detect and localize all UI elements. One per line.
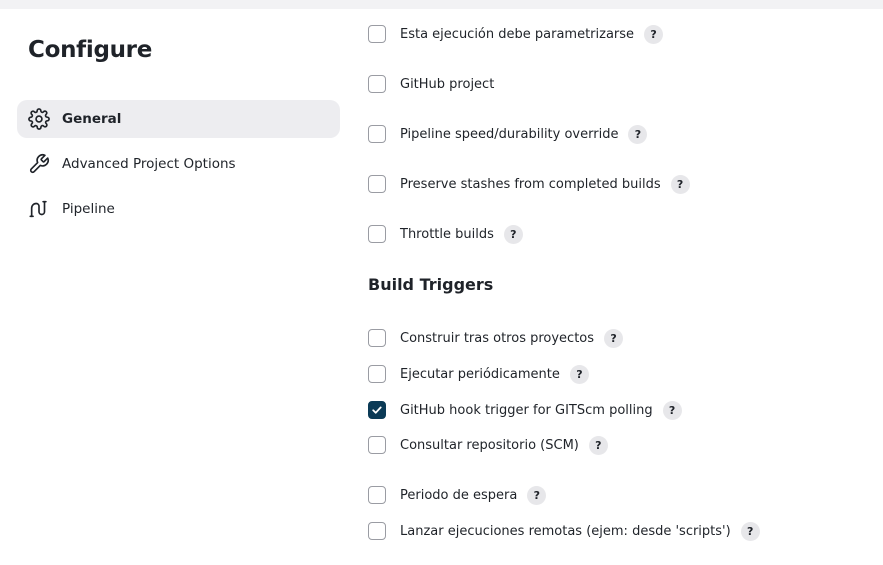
section-title-build-triggers: Build Triggers [368,275,494,294]
help-icon[interactable]: ? [644,24,664,44]
help-icon[interactable]: ? [604,328,624,348]
trigger-poll-scm: Consultar repositorio (SCM) ? [368,434,608,456]
wrench-icon [28,153,50,175]
checkbox-checked[interactable] [368,401,386,419]
option-parametrized: Esta ejecución debe parametrizarse ? [368,23,664,45]
option-github-project: GitHub project [368,73,494,95]
checkbox[interactable] [368,225,386,243]
help-icon[interactable]: ? [503,224,523,244]
checkmark-icon [372,406,382,414]
option-label[interactable]: GitHub project [400,77,494,92]
checkbox[interactable] [368,329,386,347]
sidebar-item-label: Pipeline [62,201,115,217]
help-icon[interactable]: ? [740,521,760,541]
sidebar-item-pipeline[interactable]: Pipeline [17,190,340,228]
checkbox[interactable] [368,365,386,383]
help-icon[interactable]: ? [527,485,547,505]
sidebar-item-advanced-project-options[interactable]: Advanced Project Options [17,145,340,183]
trigger-build-after-other-projects: Construir tras otros proyectos ? [368,327,624,349]
sidebar-item-label: General [62,111,122,127]
help-icon[interactable]: ? [628,124,648,144]
help-icon[interactable]: ? [670,174,690,194]
option-preserve-stashes: Preserve stashes from completed builds ? [368,173,690,195]
pipeline-icon [28,198,50,220]
help-icon[interactable]: ? [588,435,608,455]
option-label[interactable]: Throttle builds [400,227,494,242]
trigger-remote-builds: Lanzar ejecuciones remotas (ejem: desde … [368,520,760,542]
option-label[interactable]: Construir tras otros proyectos [400,331,594,346]
option-throttle-builds: Throttle builds ? [368,223,523,245]
option-durability-override: Pipeline speed/durability override ? [368,123,648,145]
option-label[interactable]: Periodo de espera [400,488,517,503]
page-title: Configure [28,37,153,63]
sidebar-item-label: Advanced Project Options [62,156,236,172]
checkbox[interactable] [368,125,386,143]
option-label[interactable]: Preserve stashes from completed builds [400,177,661,192]
option-label[interactable]: Esta ejecución debe parametrizarse [400,27,634,42]
trigger-build-periodically: Ejecutar periódicamente ? [368,363,589,385]
help-icon[interactable]: ? [569,364,589,384]
option-label[interactable]: Lanzar ejecuciones remotas (ejem: desde … [400,524,731,539]
checkbox[interactable] [368,25,386,43]
help-icon[interactable]: ? [662,400,682,420]
gear-icon [28,108,50,130]
option-label[interactable]: Consultar repositorio (SCM) [400,438,579,453]
option-label[interactable]: Ejecutar periódicamente [400,367,560,382]
checkbox[interactable] [368,486,386,504]
configure-main: Esta ejecución debe parametrizarse ? Git… [368,0,883,565]
checkbox[interactable] [368,175,386,193]
option-label[interactable]: GitHub hook trigger for GITScm polling [400,403,653,418]
option-label[interactable]: Pipeline speed/durability override [400,127,618,142]
trigger-quiet-period: Periodo de espera ? [368,484,547,506]
checkbox[interactable] [368,522,386,540]
sidebar: Configure General Advanced Project Optio… [0,0,350,565]
sidebar-item-general[interactable]: General [17,100,340,138]
trigger-github-hook: GitHub hook trigger for GITScm polling ? [368,399,682,421]
checkbox[interactable] [368,75,386,93]
checkbox[interactable] [368,436,386,454]
